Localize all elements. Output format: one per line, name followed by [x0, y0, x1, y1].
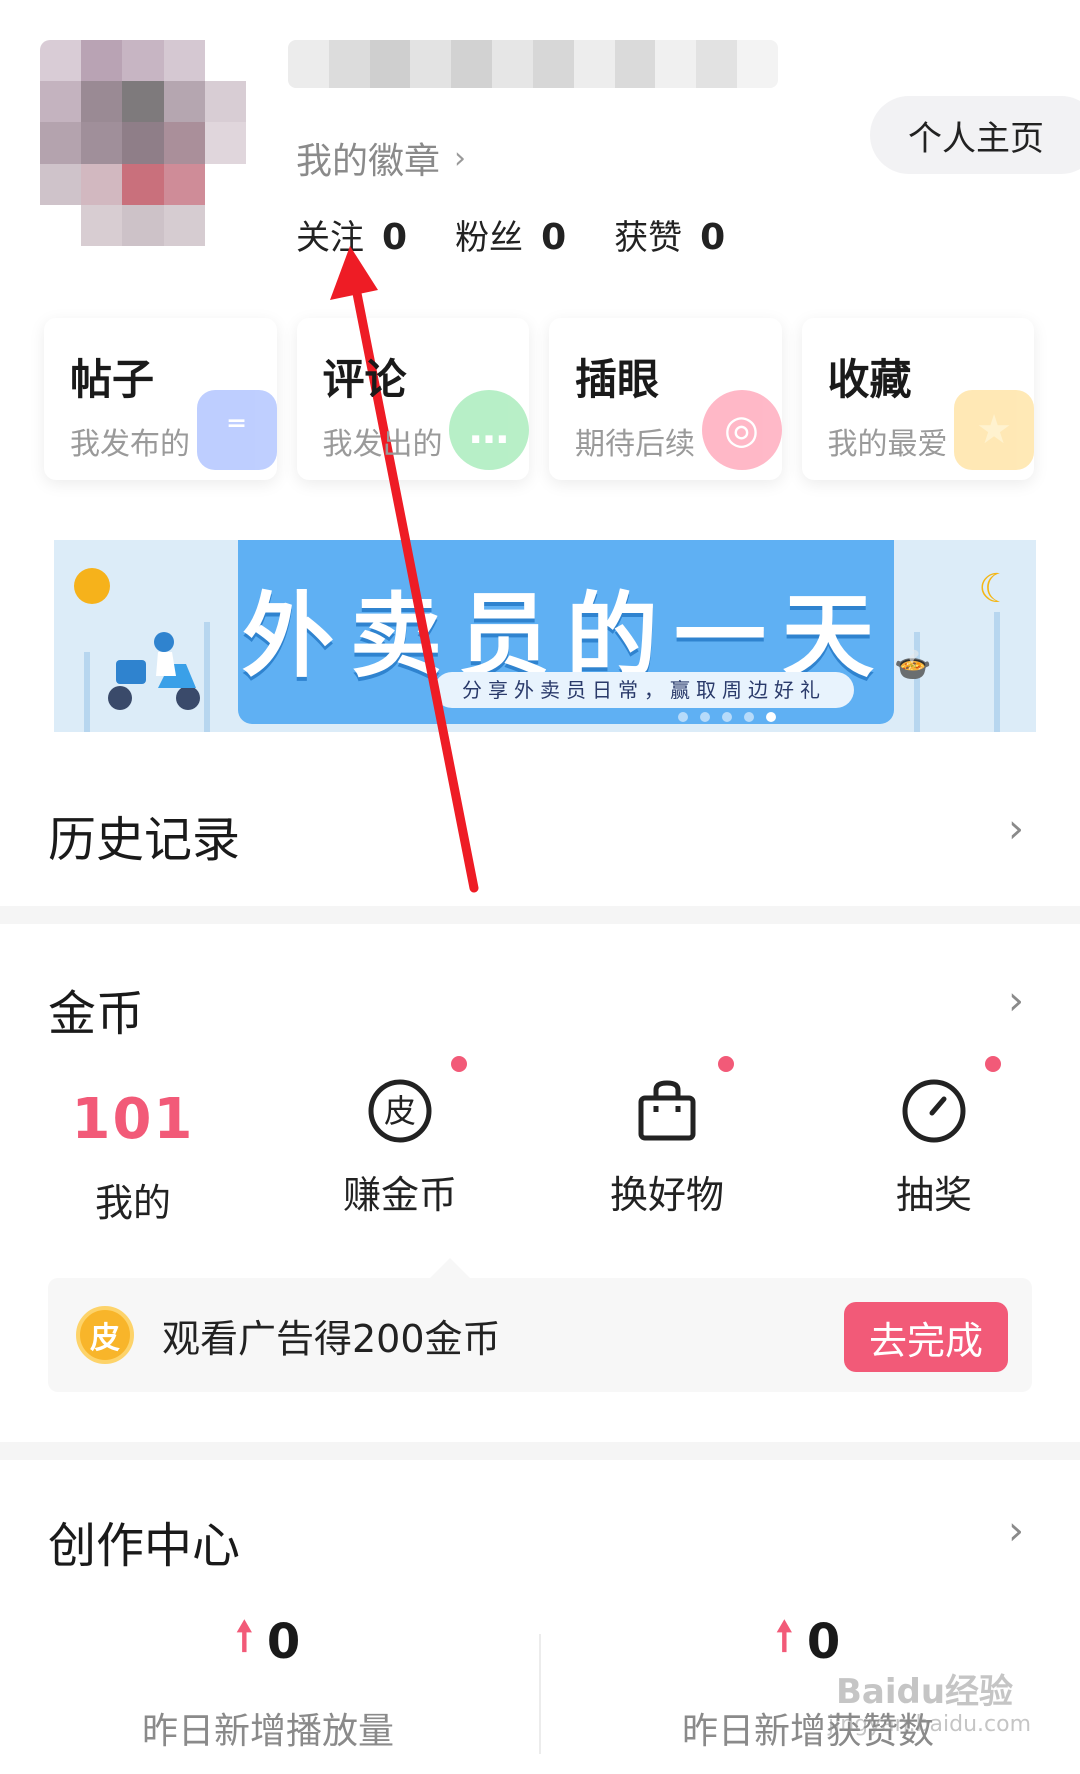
fans-stat[interactable]: 粉丝 0	[455, 210, 566, 259]
baidu-jingyan-watermark: Baidu经验	[836, 1672, 1014, 1712]
likes-label: 获赞	[614, 218, 683, 258]
history-title[interactable]: 历史记录	[48, 800, 240, 870]
profile-stats: 关注 0 粉丝 0 获赞 0	[296, 210, 725, 259]
promo-banner[interactable]: ☾ 🥗 🍲 外卖员的一天 分享外卖员日常，赢取周边好礼	[54, 540, 1036, 732]
city-decor	[84, 652, 90, 732]
moon-icon: ☾	[978, 566, 1014, 612]
watermark-url: jingyan.baidu.com	[828, 1712, 1032, 1737]
card-title: 插眼	[575, 355, 660, 404]
lottery-label: 抽奖	[895, 1173, 972, 1217]
svg-text:皮: 皮	[384, 1092, 416, 1130]
card-posts[interactable]: 帖子 我发布的 ⁼	[44, 318, 277, 480]
carousel-dot[interactable]	[700, 712, 710, 722]
card-subtitle: 我发出的	[322, 427, 443, 462]
username-blurred	[288, 40, 778, 88]
chevron-right-icon[interactable]: ›	[1008, 978, 1024, 1024]
coin-task-bar: 皮 观看广告得200金币 去完成	[48, 1258, 1032, 1392]
notification-dot	[718, 1056, 734, 1072]
pi-coin-icon: 皮	[367, 1056, 467, 1144]
creation-center-title[interactable]: 创作中心	[48, 1506, 240, 1576]
shopping-bag-icon	[634, 1056, 734, 1144]
yesterday-plays-stat[interactable]: 🠕 0 昨日新增播放量	[118, 1608, 418, 1754]
card-favorites[interactable]: 收藏 我的最爱 ★	[801, 318, 1034, 480]
carousel-dot[interactable]	[722, 712, 732, 722]
following-count: 0	[382, 217, 408, 258]
earn-coins-item[interactable]: 皮 赚金币	[300, 1056, 500, 1219]
delivery-scooter-icon	[108, 632, 200, 710]
city-decor	[994, 612, 1000, 732]
notification-dot	[451, 1056, 467, 1072]
avatar[interactable]	[40, 40, 246, 246]
up-arrow-icon: 🠕	[235, 1614, 253, 1660]
likes-stat[interactable]: 获赞 0	[614, 210, 725, 259]
my-badges-label: 我的徽章	[296, 141, 441, 182]
yesterday-plays-label: 昨日新增播放量	[141, 1711, 394, 1752]
chevron-right-icon[interactable]: ›	[1008, 806, 1024, 852]
coin-actions: 101 我的 皮 赚金币 换好物 抽奖	[0, 1056, 1080, 1248]
fans-label: 粉丝	[455, 218, 524, 258]
section-divider	[0, 1442, 1080, 1460]
quick-cards: 帖子 我发布的 ⁼ 评论 我发出的 … 插眼 期待后续 ◎ 收藏 我的最爱 ★	[44, 318, 1034, 480]
card-title: 收藏	[827, 355, 912, 404]
chevron-right-icon[interactable]: ›	[1008, 1508, 1024, 1554]
carousel-dot-active[interactable]	[766, 712, 776, 722]
card-comments[interactable]: 评论 我发出的 …	[296, 318, 529, 480]
earn-coins-label: 赚金币	[342, 1173, 457, 1217]
card-title: 评论	[322, 355, 407, 404]
yesterday-plays-count: 0	[266, 1614, 301, 1670]
chevron-right-icon: ›	[454, 140, 467, 176]
task-pointer	[430, 1258, 470, 1278]
redeem-goods-item[interactable]: 换好物	[567, 1056, 767, 1219]
task-description: 观看广告得200金币	[162, 1316, 501, 1361]
coin-balance: 101	[71, 1087, 195, 1152]
pi-coin-badge-icon: 皮	[76, 1306, 134, 1364]
coins-title[interactable]: 金币	[48, 974, 144, 1044]
card-subtitle: 期待后续	[575, 427, 695, 462]
sun-icon	[74, 568, 110, 604]
section-divider	[0, 906, 1080, 924]
carousel-dot[interactable]	[678, 712, 688, 722]
my-coins-label: 我的	[94, 1181, 171, 1225]
carousel-dot[interactable]	[744, 712, 754, 722]
go-complete-button[interactable]: 去完成	[844, 1302, 1008, 1372]
lottery-item[interactable]: 抽奖	[834, 1056, 1034, 1219]
fans-count: 0	[541, 217, 567, 258]
my-coins-item[interactable]: 101 我的	[33, 1088, 233, 1227]
notification-dot	[985, 1056, 1001, 1072]
following-stat[interactable]: 关注 0	[296, 210, 407, 259]
card-title: 帖子	[70, 355, 155, 404]
following-label: 关注	[296, 218, 364, 258]
lottery-dial-icon	[901, 1056, 1001, 1144]
redeem-goods-label: 换好物	[609, 1173, 724, 1217]
banner-headline-panel: 外卖员的一天 分享外卖员日常，赢取周边好礼	[238, 540, 894, 724]
up-arrow-icon: 🠕	[775, 1614, 793, 1660]
banner-subtitle: 分享外卖员日常，赢取周边好礼	[434, 672, 854, 708]
card-bookmarks-eye[interactable]: 插眼 期待后续 ◎	[549, 318, 782, 480]
yesterday-likes-count: 0	[806, 1614, 841, 1670]
card-subtitle: 我发布的	[70, 427, 190, 462]
carousel-dots[interactable]	[678, 712, 776, 722]
personal-homepage-button[interactable]: 个人主页	[870, 96, 1080, 174]
card-subtitle: 我的最爱	[827, 427, 948, 462]
stats-divider	[539, 1634, 541, 1754]
my-badges-link[interactable]: 我的徽章 ›	[296, 132, 466, 184]
likes-count: 0	[700, 217, 726, 258]
food-decor: 🍲	[894, 648, 932, 683]
